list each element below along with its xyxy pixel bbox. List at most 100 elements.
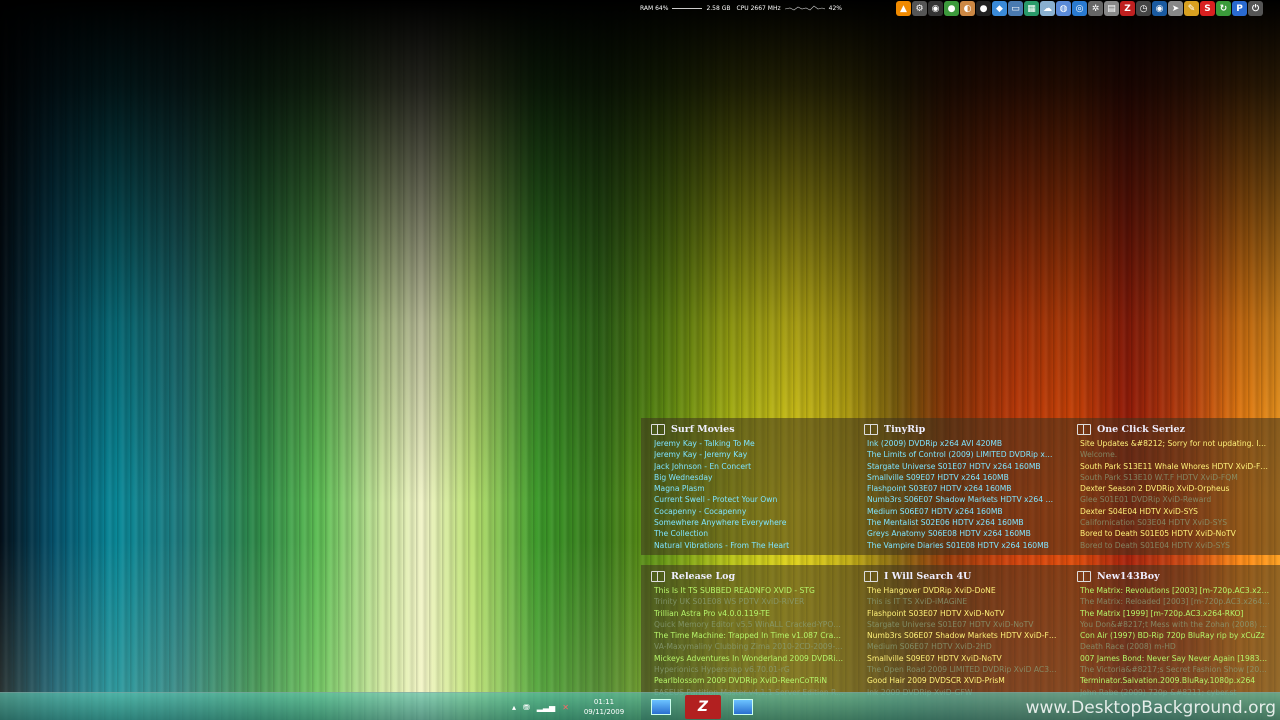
feed-header[interactable]: Release Log (651, 567, 844, 585)
feed-item-link[interactable]: South Park S13E10 W.T.F HDTV XviD-FQM (1080, 472, 1270, 483)
power-icon[interactable]: ⏻ (1248, 1, 1263, 16)
feed-item-link[interactable]: The Matrix [1999] [m-720p.AC3.x264-RKO] (1080, 608, 1270, 619)
feed-item-link[interactable]: Stargate Universe S01E07 HDTV x264 160MB (867, 461, 1057, 472)
feed-item-link[interactable]: Big Wednesday (654, 472, 844, 483)
feed-item-link[interactable]: Jeremy Kay - Talking To Me (654, 438, 844, 449)
feed-item-link[interactable]: Cocapenny - Cocapenny (654, 506, 844, 517)
feed-item-link[interactable]: Somewhere Anywhere Everywhere (654, 517, 844, 528)
feed-item-link[interactable]: Hyperionics Hypersnap v6.70.01-rG (654, 664, 844, 675)
show-hidden-icons-icon[interactable]: ▴ (512, 703, 516, 712)
taskbar-window-button-2[interactable] (725, 695, 761, 719)
taskbar-window-button-1[interactable] (643, 695, 679, 719)
feed-item-link[interactable]: The Open Road 2009 LIMITED DVDRip XviD A… (867, 664, 1057, 675)
skype-icon[interactable]: S (1200, 1, 1215, 16)
feed-item-link[interactable]: The Matrix: Reloaded [2003] [m-720p.AC3.… (1080, 596, 1270, 607)
feed-item-link[interactable]: The Vampire Diaries S01E08 HDTV x264 160… (867, 540, 1057, 551)
feed-item-link[interactable]: Dexter Season 2 DVDRip XviD-Orpheus (1080, 483, 1270, 494)
feed-item-link[interactable]: Trillian Astra Pro v4.0.0.119-TE (654, 608, 844, 619)
camera-icon[interactable]: ◉ (928, 1, 943, 16)
feed-item-link[interactable]: Terminator.Salvation.2009.BluRay.1080p.x… (1080, 675, 1270, 686)
feed-item-link[interactable]: South Park S13E11 Whale Whores HDTV XviD… (1080, 461, 1270, 472)
chat-icon[interactable]: ◍ (1056, 1, 1071, 16)
feed-item-link[interactable]: Death Race (2008) m-HD (1080, 641, 1270, 652)
feed-item-link[interactable]: Pearlblossom 2009 DVDRip XviD-ReenCoTRiN (654, 675, 844, 686)
feed-item-link[interactable]: Quick Memory Editor v5.5 WinALL Cracked-… (654, 619, 844, 630)
feed-item-link[interactable]: Mickeys Adventures In Wonderland 2009 DV… (654, 653, 844, 664)
document-icon[interactable]: ▤ (1104, 1, 1119, 16)
feed-item-link[interactable]: Welcome. (1080, 449, 1270, 460)
feed-item-link[interactable]: Californication S03E04 HDTV XviD-SYS (1080, 517, 1270, 528)
feed-item-link[interactable]: Jack Johnson - En Concert (654, 461, 844, 472)
feed-item-link[interactable]: The Mentalist S02E06 HDTV x264 160MB (867, 517, 1057, 528)
feed-header[interactable]: TinyRip (864, 420, 1057, 438)
network-tray-icon[interactable]: ⛃ (523, 703, 530, 712)
media-icon[interactable]: ◐ (960, 1, 975, 16)
feed-item-link[interactable]: Smallville S09E07 HDTV x264 160MB (867, 472, 1057, 483)
pc-icon[interactable]: P (1232, 1, 1247, 16)
feed-item-link[interactable]: Trinity UK S01E08 WS PDTV XviD-RiVER (654, 596, 844, 607)
monitor-icon[interactable]: ▭ (1008, 1, 1023, 16)
signal-tray-icon[interactable]: ▂▃▅ (537, 703, 555, 712)
feed-item-link[interactable]: Good Hair 2009 DVDSCR XViD-PrisM (867, 675, 1057, 686)
taskbar-filezilla-button[interactable]: Z (685, 695, 721, 719)
feed-item-link[interactable]: This Is It TS SUBBED READNFO XVID - STG (654, 585, 844, 596)
taskbar-clock[interactable]: 01:11 09/11/2009 (580, 697, 628, 717)
arrow-icon[interactable]: ➤ (1168, 1, 1183, 16)
feed-item-link[interactable]: Greys Anatomy S06E08 HDTV x264 160MB (867, 528, 1057, 539)
feed-title[interactable]: Surf Movies (671, 424, 735, 435)
feed-header[interactable]: I Will Search 4U (864, 567, 1057, 585)
gear-icon[interactable]: ⚙ (912, 1, 927, 16)
settings-icon[interactable]: ✲ (1088, 1, 1103, 16)
feed-header[interactable]: One Click Seriez (1077, 420, 1270, 438)
feed-item-link[interactable]: The Collection (654, 528, 844, 539)
feed-item-link[interactable]: The Matrix: Revolutions [2003] [m-720p.A… (1080, 585, 1270, 596)
feed-item-link[interactable]: Flashpoint S03E07 HDTV x264 160MB (867, 483, 1057, 494)
feed-item-link[interactable]: The Time Machine: Trapped In Time v1.087… (654, 630, 844, 641)
feed-item-link[interactable]: Smallville S09E07 HDTV XviD-NoTV (867, 653, 1057, 664)
feed-item-link[interactable]: Magna Plasm (654, 483, 844, 494)
feed-item-link[interactable]: Bored to Death S01E05 HDTV XviD-NoTV (1080, 528, 1270, 539)
feed-item-link[interactable]: Medium S06E07 HDTV XviD-2HD (867, 641, 1057, 652)
feed-item-link[interactable]: Flashpoint S03E07 HDTV XviD-NoTV (867, 608, 1057, 619)
globe-blue-icon[interactable]: ◉ (1152, 1, 1167, 16)
feed-item-link[interactable]: Dexter S04E04 HDTV XviD-SYS (1080, 506, 1270, 517)
volume-muted-icon[interactable]: ✕ (562, 703, 569, 712)
filezilla-icon[interactable]: Z (1120, 1, 1135, 16)
feed-item-link[interactable]: The Limits of Control (2009) LIMITED DVD… (867, 449, 1057, 460)
feed-item-link[interactable]: You Don&#8217;t Mess with the Zohan (200… (1080, 619, 1270, 630)
feed-item-link[interactable]: Ink (2009) DVDRip x264 AVI 420MB (867, 438, 1057, 449)
key-icon[interactable]: ✎ (1184, 1, 1199, 16)
feed-item-link[interactable]: Current Swell - Protect Your Own (654, 494, 844, 505)
feed-header[interactable]: New143Boy (1077, 567, 1270, 585)
feed-title[interactable]: New143Boy (1097, 571, 1160, 582)
feed-title[interactable]: TinyRip (884, 424, 925, 435)
vlc-icon[interactable]: ▲ (896, 1, 911, 16)
feed-item-link[interactable]: Stargate Universe S01E07 HDTV XviD-NoTV (867, 619, 1057, 630)
cloud-icon[interactable]: ☁ (1040, 1, 1055, 16)
record-icon[interactable]: ● (976, 1, 991, 16)
feed-item-link[interactable]: This is IT TS XviD-iMAGiNE (867, 596, 1057, 607)
feed-item-link[interactable]: Glee S01E01 DVDRip XviD-Reward (1080, 494, 1270, 505)
feed-item-link[interactable]: Jeremy Kay - Jeremy Kay (654, 449, 844, 460)
feed-item-link[interactable]: Bored to Death S01E04 HDTV XviD-SYS (1080, 540, 1270, 551)
chrome-icon[interactable]: ● (944, 1, 959, 16)
feed-item-link[interactable]: VA-Maxymaliny Clubbing Zima 2010-2CD-200… (654, 641, 844, 652)
network-icon[interactable]: ▦ (1024, 1, 1039, 16)
feed-item-link[interactable]: The Hangover DVDRip XviD-DoNE (867, 585, 1057, 596)
clock-icon[interactable]: ◷ (1136, 1, 1151, 16)
feed-header[interactable]: Surf Movies (651, 420, 844, 438)
feed-item-link[interactable]: Natural Vibrations - From The Heart (654, 540, 844, 551)
globe-icon[interactable]: ◎ (1072, 1, 1087, 16)
messenger-icon[interactable]: ◆ (992, 1, 1007, 16)
feed-item-link[interactable]: Site Updates &#8212; Sorry for not updat… (1080, 438, 1270, 449)
feed-title[interactable]: One Click Seriez (1097, 424, 1185, 435)
feed-item-link[interactable]: The Victoria&#8217;s Secret Fashion Show… (1080, 664, 1270, 675)
feed-item-link[interactable]: Numb3rs S06E07 Shadow Markets HDTV XviD-… (867, 630, 1057, 641)
refresh-icon[interactable]: ↻ (1216, 1, 1231, 16)
feed-item-link[interactable]: Medium S06E07 HDTV x264 160MB (867, 506, 1057, 517)
feed-title[interactable]: I Will Search 4U (884, 571, 971, 582)
feed-item-link[interactable]: Con Air (1997) BD-Rip 720p BluRay rip by… (1080, 630, 1270, 641)
feed-item-link[interactable]: Numb3rs S06E07 Shadow Markets HDTV x264 … (867, 494, 1057, 505)
feed-item-link[interactable]: 007 James Bond: Never Say Never Again [1… (1080, 653, 1270, 664)
feed-title[interactable]: Release Log (671, 571, 735, 582)
